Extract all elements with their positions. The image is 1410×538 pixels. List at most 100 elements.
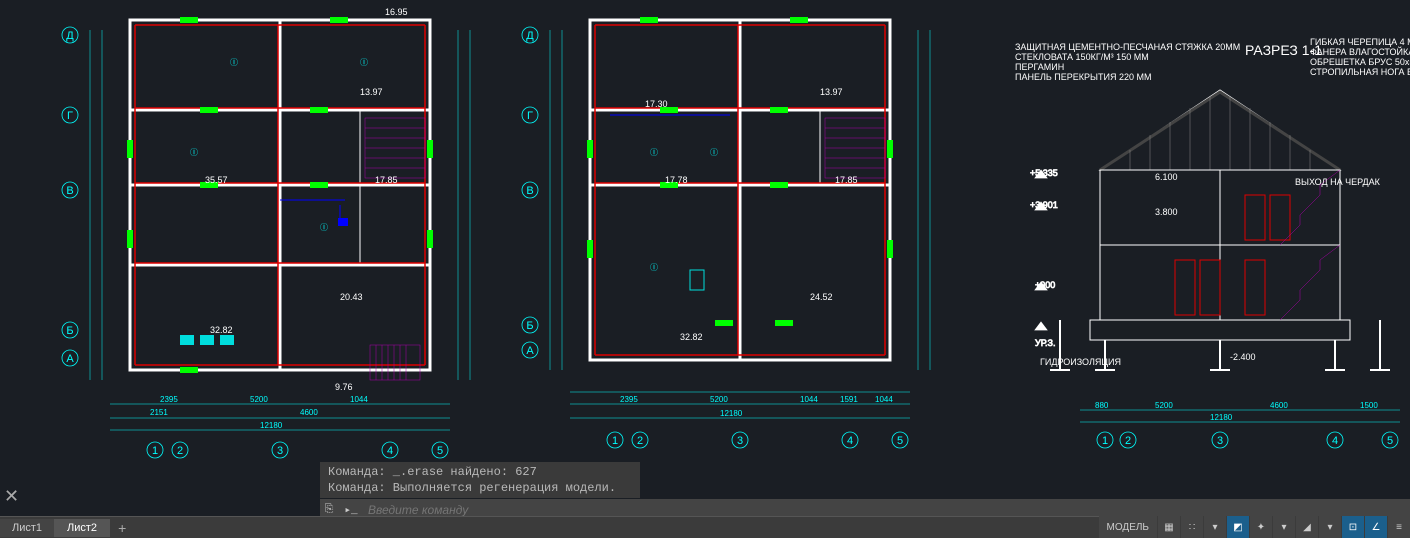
svg-text:32.82: 32.82 — [210, 325, 233, 335]
svg-text:Д: Д — [526, 30, 534, 42]
drawing-canvas[interactable]: Ⓘ Ⓘ Ⓘ Ⓘ 13.97 35.57 17.85 20.43 32.82 9.… — [0, 0, 1410, 538]
svg-text:Д: Д — [66, 30, 74, 42]
svg-text:В: В — [66, 185, 73, 197]
svg-text:4: 4 — [847, 435, 853, 447]
svg-text:1: 1 — [612, 435, 618, 447]
svg-text:9.76: 9.76 — [335, 382, 353, 392]
command-history-line: Команда: _.erase найдено: 627 — [328, 464, 632, 480]
svg-text:Ⓘ: Ⓘ — [320, 223, 328, 232]
svg-text:3: 3 — [737, 435, 743, 447]
floor-plan-1: Ⓘ Ⓘ Ⓘ Ⓘ 13.97 35.57 17.85 20.43 32.82 9.… — [50, 0, 480, 460]
svg-text:1044: 1044 — [875, 395, 893, 404]
svg-text:5: 5 — [897, 435, 903, 447]
svg-text:ОБРЕШЕТКА БРУС 50х50 ШАГ 5: ОБРЕШЕТКА БРУС 50х50 ШАГ 5 — [1310, 57, 1410, 67]
model-space-button[interactable]: МОДЕЛЬ — [1099, 516, 1157, 538]
svg-text:17.85: 17.85 — [375, 175, 398, 185]
svg-text:2: 2 — [1125, 435, 1131, 447]
svg-text:2151: 2151 — [150, 408, 168, 417]
svg-text:35.57: 35.57 — [205, 175, 228, 185]
svg-text:1044: 1044 — [800, 395, 818, 404]
svg-text:ВЫХОД НА ЧЕРДАК: ВЫХОД НА ЧЕРДАК — [1295, 177, 1381, 187]
svg-text:А: А — [526, 345, 534, 357]
otrack-icon[interactable]: ∠ — [1365, 516, 1387, 538]
dropdown-icon[interactable]: ▾ — [1319, 516, 1341, 538]
svg-text:5: 5 — [437, 445, 443, 457]
command-area: Команда: _.erase найдено: 627 Команда: В… — [320, 462, 1410, 521]
osnap-icon[interactable]: ⊡ — [1342, 516, 1364, 538]
svg-text:13.97: 13.97 — [360, 87, 383, 97]
svg-text:+3.901: +3.901 — [1030, 200, 1058, 210]
floor-plan-2: 17.30 13.97 17.78 17.85 32.82 24.52 Ⓘ Ⓘ … — [510, 0, 940, 460]
svg-text:4600: 4600 — [1270, 401, 1288, 410]
svg-text:5200: 5200 — [250, 395, 268, 404]
svg-text:Ⓘ: Ⓘ — [710, 148, 718, 157]
svg-text:4: 4 — [387, 445, 393, 457]
tab-sheet1[interactable]: Лист1 — [0, 519, 55, 537]
svg-text:1500: 1500 — [1360, 401, 1378, 410]
svg-text:2395: 2395 — [160, 395, 178, 404]
svg-text:Б: Б — [66, 325, 73, 337]
svg-text:Г: Г — [67, 110, 73, 122]
svg-text:3: 3 — [277, 445, 283, 457]
command-history: Команда: _.erase найдено: 627 Команда: В… — [320, 462, 640, 498]
isoplane-icon[interactable]: ◢ — [1296, 516, 1318, 538]
command-input[interactable] — [364, 503, 1410, 517]
svg-text:ЗАЩИТНАЯ ЦЕМЕНТНО-ПЕСЧАНАЯ СТЯ: ЗАЩИТНАЯ ЦЕМЕНТНО-ПЕСЧАНАЯ СТЯЖКА 20ММ — [1015, 42, 1240, 52]
svg-text:Ⓘ: Ⓘ — [650, 263, 658, 272]
svg-text:Б: Б — [526, 320, 533, 332]
svg-text:6.100: 6.100 — [1155, 172, 1178, 182]
tab-sheet2[interactable]: Лист2 — [55, 519, 110, 537]
svg-text:Ⓘ: Ⓘ — [650, 148, 658, 157]
svg-text:ФАНЕРА ВЛАГОСТОЙКАЯ 10 ММ: ФАНЕРА ВЛАГОСТОЙКАЯ 10 ММ — [1310, 46, 1410, 57]
ortho-icon[interactable]: ◩ — [1227, 516, 1249, 538]
svg-text:12180: 12180 — [1210, 413, 1233, 422]
status-button[interactable]: ∷ — [1181, 516, 1203, 538]
svg-text:ГИБКАЯ ЧЕРЕПИЦА 4 ММ: ГИБКАЯ ЧЕРЕПИЦА 4 ММ — [1310, 37, 1410, 47]
svg-text:5200: 5200 — [710, 395, 728, 404]
svg-text:2395: 2395 — [620, 395, 638, 404]
svg-text:24.52: 24.52 — [810, 292, 833, 302]
svg-text:17.78: 17.78 — [665, 175, 688, 185]
svg-text:Ⓘ: Ⓘ — [230, 58, 238, 67]
svg-text:12180: 12180 — [720, 409, 743, 418]
svg-text:ПАНЕЛЬ ПЕРЕКРЫТИЯ 220 ММ: ПАНЕЛЬ ПЕРЕКРЫТИЯ 220 ММ — [1015, 72, 1151, 82]
svg-text:ПЕРГАМИН: ПЕРГАМИН — [1015, 62, 1064, 72]
svg-text:СТЕКЛОВАТА 150КГ/М³ 150 ММ: СТЕКЛОВАТА 150КГ/М³ 150 ММ — [1015, 52, 1149, 62]
svg-text:-2.400: -2.400 — [1230, 352, 1256, 362]
dropdown-icon[interactable]: ▾ — [1204, 516, 1226, 538]
svg-text:20.43: 20.43 — [340, 292, 363, 302]
svg-text:32.82: 32.82 — [680, 332, 703, 342]
lineweight-icon[interactable]: ≡ — [1388, 516, 1410, 538]
svg-text:СТРОПИЛЬНАЯ НОГА БРУС 60х15: СТРОПИЛЬНАЯ НОГА БРУС 60х15 — [1310, 67, 1410, 77]
polar-icon[interactable]: ✦ — [1250, 516, 1272, 538]
tab-add-button[interactable]: + — [110, 520, 134, 536]
svg-text:17.30: 17.30 — [645, 99, 668, 109]
svg-text:Ⓘ: Ⓘ — [360, 58, 368, 67]
grid-icon[interactable]: ▦ — [1158, 516, 1180, 538]
section-view: РАЗРЕЗ 1-1 ЗАЩИТНАЯ ЦЕМЕНТНО-ПЕСЧАНАЯ СТ… — [1000, 0, 1410, 460]
close-icon[interactable]: ✕ — [4, 486, 19, 507]
svg-text:4600: 4600 — [300, 408, 318, 417]
dropdown-icon[interactable]: ▾ — [1273, 516, 1295, 538]
svg-text:+900: +900 — [1035, 280, 1055, 290]
svg-text:1: 1 — [152, 445, 158, 457]
svg-text:1044: 1044 — [350, 395, 368, 404]
svg-text:УР.З.: УР.З. — [1035, 338, 1055, 348]
svg-text:12180: 12180 — [260, 421, 283, 430]
svg-text:16.95: 16.95 — [385, 7, 408, 17]
svg-text:В: В — [526, 185, 533, 197]
svg-text:880: 880 — [1095, 401, 1109, 410]
svg-text:2: 2 — [637, 435, 643, 447]
svg-text:ГИДРОИЗОЛЯЦИЯ: ГИДРОИЗОЛЯЦИЯ — [1040, 357, 1121, 367]
svg-text:3: 3 — [1217, 435, 1223, 447]
svg-text:Г: Г — [527, 110, 533, 122]
svg-text:3.800: 3.800 — [1155, 207, 1178, 217]
svg-text:13.97: 13.97 — [820, 87, 843, 97]
svg-text:А: А — [66, 353, 74, 365]
svg-text:4: 4 — [1332, 435, 1338, 447]
status-bar: МОДЕЛЬ ▦ ∷ ▾ ◩ ✦ ▾ ◢ ▾ ⊡ ∠ ≡ — [1099, 516, 1410, 538]
svg-text:+5.335: +5.335 — [1030, 168, 1058, 178]
svg-text:17.85: 17.85 — [835, 175, 858, 185]
svg-text:2: 2 — [177, 445, 183, 457]
svg-text:5200: 5200 — [1155, 401, 1173, 410]
